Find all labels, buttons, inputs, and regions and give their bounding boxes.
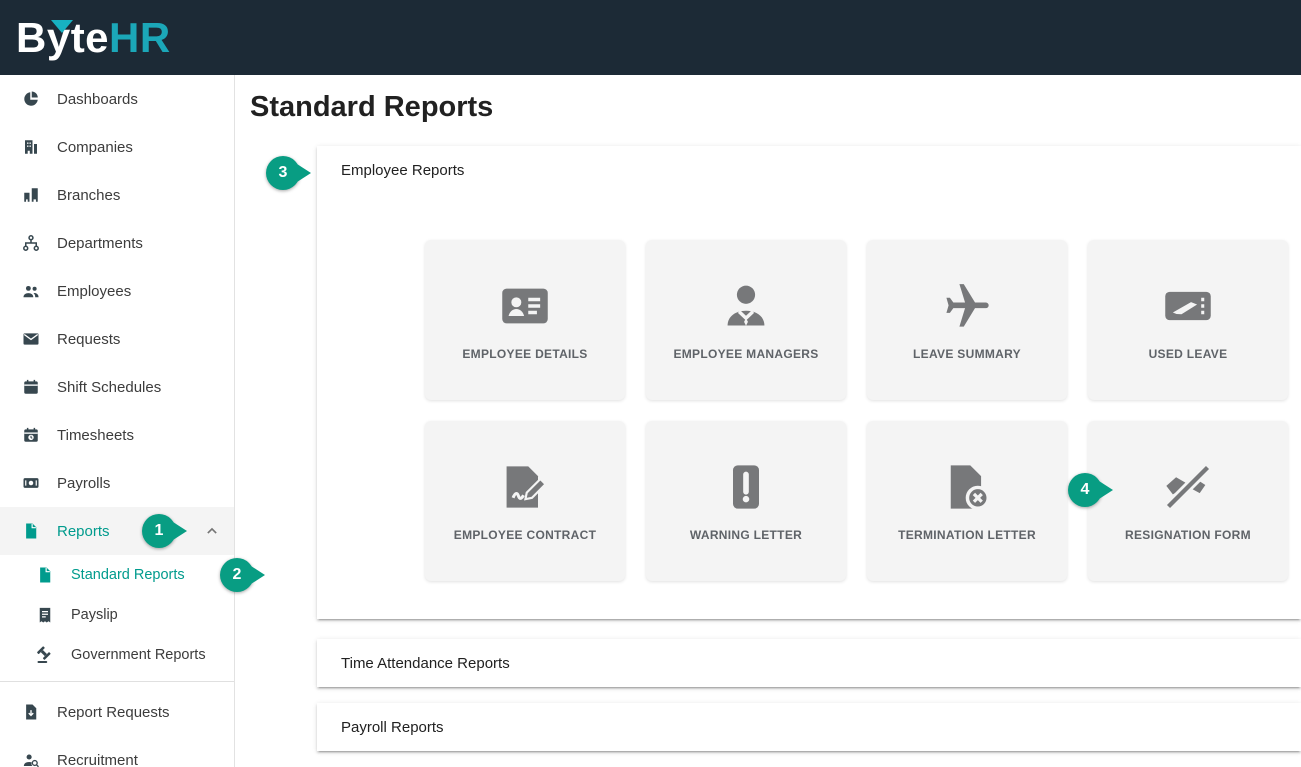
annotation-badge-3: 3 [266, 156, 300, 190]
main-content: Standard Reports Employee Reports EMPLOY… [235, 75, 1301, 767]
government-reports-gavel-icon [37, 646, 51, 663]
report-card-employee-managers[interactable]: EMPLOYEE MANAGERS [646, 240, 846, 400]
reports-icon [26, 523, 37, 539]
employee-managers-person-icon [727, 285, 765, 326]
logo-caret-icon [51, 19, 73, 33]
chevron-up-icon[interactable] [202, 521, 222, 541]
panel-employee-reports: Employee Reports EMPLOYEE DETAILS EMPLOY… [317, 146, 1301, 619]
standard-reports-icon [40, 567, 51, 583]
report-card-label: USED LEAVE [1148, 346, 1228, 361]
panel-header-time-attendance-reports[interactable]: Time Attendance Reports [317, 639, 1301, 687]
annotation-badge-2: 2 [220, 558, 254, 592]
panel-time-attendance-reports: Time Attendance Reports [317, 639, 1301, 687]
report-card-termination-letter[interactable]: TERMINATION LETTER [867, 421, 1067, 581]
payrolls-icon [23, 478, 39, 488]
page-title: Standard Reports [250, 91, 494, 123]
sidebar-item-label: Dashboards [57, 90, 138, 108]
annotation-badge-1: 1 [142, 514, 176, 548]
report-card-used-leave[interactable]: USED LEAVE [1088, 240, 1288, 400]
panel-payroll-reports: Payroll Reports [317, 703, 1301, 751]
report-card-warning-letter[interactable]: WARNING LETTER [646, 421, 846, 581]
sidebar-item-payslip[interactable]: Payslip [0, 595, 234, 635]
sidebar-item-label: Reports [57, 522, 110, 540]
sidebar-item-label: Report Requests [57, 703, 170, 721]
report-card-label: EMPLOYEE CONTRACT [453, 527, 597, 542]
sidebar-item-departments[interactable]: Departments [0, 219, 234, 267]
sidebar-item-label: Employees [57, 282, 132, 300]
sidebar-item-label: Recruitment [57, 751, 138, 767]
report-card-label: WARNING LETTER [689, 527, 803, 542]
requests-mail-icon [23, 333, 39, 345]
employee-details-id-card-icon [502, 288, 548, 323]
report-card-label: RESIGNATION FORM [1125, 527, 1251, 542]
topbar: ByteHR [0, 0, 1301, 75]
sidebar-item-label: Payslip [71, 607, 118, 623]
sidebar-item-companies[interactable]: Companies [0, 123, 234, 171]
sidebar-item-reports[interactable]: Reports [0, 507, 234, 555]
sidebar-item-payrolls[interactable]: Payrolls [0, 459, 234, 507]
panel-title: Employee Reports [341, 161, 465, 179]
report-card-label: TERMINATION LETTER [898, 527, 1036, 542]
sidebar-divider [0, 681, 234, 682]
sidebar-item-label: Government Reports [71, 647, 206, 663]
annotation-badge-4: 4 [1068, 473, 1102, 507]
report-requests-icon [26, 704, 37, 720]
sidebar-item-label: Timesheets [57, 426, 134, 444]
sidebar-item-shift-schedules[interactable]: Shift Schedules [0, 363, 234, 411]
dashboard-icon [24, 91, 38, 106]
payslip-icon [39, 607, 51, 623]
panel-title: Time Attendance Reports [341, 654, 510, 672]
report-card-label: LEAVE SUMMARY [913, 346, 1021, 361]
sidebar-item-employees[interactable]: Employees [0, 267, 234, 315]
sidebar-item-label: Companies [57, 138, 133, 156]
sidebar-item-report-requests[interactable]: Report Requests [0, 688, 234, 736]
report-card-label: EMPLOYEE DETAILS [462, 346, 588, 361]
sidebar-item-branches[interactable]: Branches [0, 171, 234, 219]
panel-header-employee-reports[interactable]: Employee Reports [317, 146, 1301, 194]
panel-header-payroll-reports[interactable]: Payroll Reports [317, 703, 1301, 751]
leave-summary-airplane-icon [946, 283, 989, 327]
bytehr-logo: ByteHR [16, 13, 171, 61]
employees-icon [23, 285, 39, 298]
sidebar-item-label: Payrolls [57, 474, 111, 492]
used-leave-airplane-ticket-icon [1165, 291, 1211, 320]
sidebar-item-dashboards[interactable]: Dashboards [0, 75, 234, 123]
sidebar-item-timesheets[interactable]: Timesheets [0, 411, 234, 459]
sidebar-item-label: Departments [57, 234, 143, 252]
resignation-form-no-handshake-icon [1164, 463, 1212, 510]
report-card-employee-details[interactable]: EMPLOYEE DETAILS [425, 240, 625, 400]
shift-schedules-calendar-icon [24, 379, 38, 394]
sidebar-item-government-reports[interactable]: Government Reports [0, 635, 234, 675]
sidebar-item-label: Branches [57, 186, 121, 204]
report-card-leave-summary[interactable]: LEAVE SUMMARY [867, 240, 1067, 400]
departments-icon [23, 235, 39, 251]
report-card-resignation-form[interactable]: RESIGNATION FORM [1088, 421, 1288, 581]
sidebar-item-requests[interactable]: Requests [0, 315, 234, 363]
report-card-label: EMPLOYEE MANAGERS [673, 346, 819, 361]
warning-letter-exclamation-icon [733, 464, 759, 509]
report-card-employee-contract[interactable]: EMPLOYEE CONTRACT [425, 421, 625, 581]
sidebar-item-standard-reports[interactable]: Standard Reports [0, 555, 234, 595]
sidebar: Dashboards Companies Branches Department… [0, 75, 235, 767]
panel-title: Payroll Reports [341, 718, 444, 736]
companies-icon [25, 140, 37, 154]
report-panels: Employee Reports EMPLOYEE DETAILS EMPLOY… [317, 146, 1301, 751]
sidebar-item-recruitment[interactable]: Recruitment [0, 736, 234, 767]
sidebar-item-label: Shift Schedules [57, 378, 162, 396]
termination-letter-doc-x-icon [950, 464, 990, 510]
employee-contract-signature-icon [506, 465, 548, 508]
logo-text-hr: HR [109, 13, 171, 61]
sidebar-item-label: Requests [57, 330, 121, 348]
sidebar-item-label: Standard Reports [71, 567, 185, 583]
recruitment-person-search-icon [23, 754, 39, 767]
report-cards-grid: EMPLOYEE DETAILS EMPLOYEE MANAGERS LEAVE… [317, 194, 1301, 581]
timesheets-icon [24, 427, 38, 442]
branches-icon [24, 188, 38, 202]
